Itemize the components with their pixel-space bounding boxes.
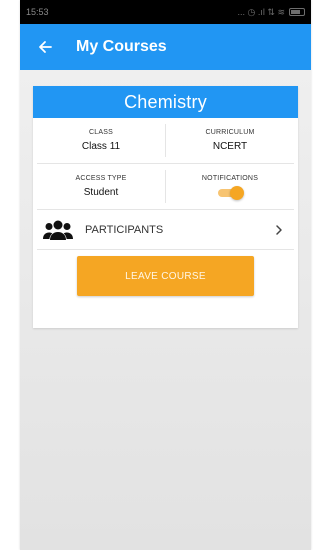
back-button[interactable] [34,36,56,58]
page-title: My Courses [76,38,167,55]
access-cell: ACCESS TYPE Student [37,164,165,209]
info-row-class: CLASS Class 11 CURRICULUM NCERT [37,118,294,164]
chevron-right-icon [276,224,282,235]
participants-row[interactable]: PARTICIPANTS [37,210,294,250]
notifications-cell: NOTIFICATIONS [165,170,294,203]
status-indicators: ... ◷ .ıl ⇅ ≋ [238,7,305,18]
status-bar: 15:53 ... ◷ .ıl ⇅ ≋ [20,0,311,24]
status-indicator-icons: ... ◷ .ıl ⇅ ≋ [237,6,285,17]
phone-screen: 15:53 ... ◷ .ıl ⇅ ≋ My Courses Chemistry… [20,0,311,550]
app-bar: My Courses [20,24,311,70]
access-label: ACCESS TYPE [75,175,127,182]
status-time: 15:53 [26,7,49,17]
arrow-left-icon [39,41,52,53]
participants-label: PARTICIPANTS [85,223,164,236]
curriculum-cell: CURRICULUM NCERT [165,124,294,157]
curriculum-label: CURRICULUM [205,129,255,136]
course-card: Chemistry CLASS Class 11 CURRICULUM NCER… [33,86,298,328]
main-content: Chemistry CLASS Class 11 CURRICULUM NCER… [20,70,311,550]
class-cell: CLASS Class 11 [37,118,165,163]
curriculum-value: NCERT [212,141,248,152]
toggle-thumb [230,185,244,200]
battery-icon [289,8,305,16]
course-name: Chemistry [33,86,298,118]
class-label: CLASS [89,129,113,136]
leave-course-button[interactable]: LEAVE COURSE [77,256,254,296]
users-icon [43,220,73,240]
notifications-toggle[interactable] [216,185,244,200]
info-row-access: ACCESS TYPE Student NOTIFICATIONS [37,164,294,210]
access-value: Student [83,187,119,198]
notifications-label: NOTIFICATIONS [201,174,259,182]
class-value: Class 11 [81,141,121,152]
